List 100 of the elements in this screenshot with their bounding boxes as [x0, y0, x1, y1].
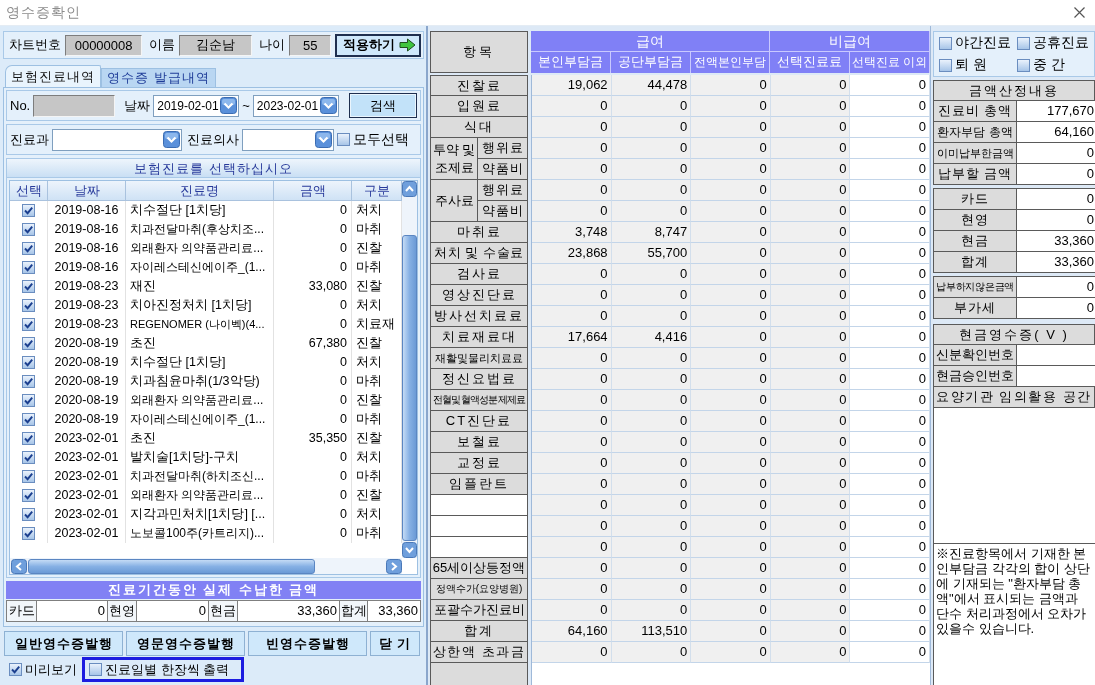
close-icon[interactable]	[1074, 7, 1085, 18]
table-cell: 0	[532, 453, 612, 474]
column-header: 선택진료 이외	[850, 52, 930, 73]
checkbox[interactable]	[22, 242, 35, 255]
table-cell: 0	[691, 159, 771, 180]
checkbox[interactable]	[22, 527, 35, 540]
doctor-dropdown[interactable]	[242, 128, 334, 151]
chevron-down-icon[interactable]	[319, 97, 337, 114]
checkbox[interactable]	[22, 375, 35, 388]
checkbox[interactable]	[939, 58, 952, 72]
table-cell: 0	[850, 75, 930, 96]
scrollbar-thumb[interactable]	[402, 235, 417, 541]
checkbox[interactable]	[939, 36, 952, 50]
table-cell: 0	[850, 327, 930, 348]
row-label: 처치 및 수술료	[430, 243, 528, 264]
checkbox[interactable]	[22, 223, 35, 236]
input-field[interactable]	[1017, 366, 1095, 387]
search-button[interactable]: 검색	[349, 93, 417, 118]
row-label: 약품비	[478, 201, 528, 222]
table-cell: 2020-08-19	[48, 334, 126, 353]
scroll-up-icon[interactable]	[402, 181, 417, 197]
field-label: 진료의사	[187, 130, 239, 149]
table-cell: 0	[532, 537, 612, 558]
checkbox[interactable]	[1017, 58, 1030, 72]
table-cell: 0	[850, 222, 930, 243]
table-cell: 0	[850, 474, 930, 495]
column-group-header: 급여	[531, 31, 771, 52]
action-button[interactable]: 일반영수증발행	[4, 631, 123, 656]
checkbox[interactable]	[22, 261, 35, 274]
table-cell: 0	[691, 201, 771, 222]
table-cell: 0	[691, 348, 771, 369]
section-header: 요양기관 임의활용 공간	[933, 387, 1095, 408]
checkbox[interactable]	[22, 280, 35, 293]
table-cell: 0	[611, 474, 692, 495]
table-cell: 0	[274, 201, 352, 220]
checkbox[interactable]	[22, 318, 35, 331]
table-cell: 0	[532, 96, 612, 117]
table-cell: 0	[1017, 164, 1095, 185]
table-cell: 0	[611, 558, 692, 579]
scrollbar-thumb[interactable]	[28, 558, 315, 574]
table-cell: 0	[770, 621, 851, 642]
table-cell: 0	[850, 264, 930, 285]
tab[interactable]: 영수증 발급내역	[101, 68, 216, 87]
table-cell: 0	[532, 180, 612, 201]
checkbox[interactable]	[22, 508, 35, 521]
table-cell: 0	[770, 96, 851, 117]
table-cell: 0	[691, 117, 771, 138]
table-cell: 0	[770, 369, 851, 390]
checkbox[interactable]	[22, 337, 35, 350]
input-field[interactable]	[1017, 345, 1095, 366]
action-button[interactable]: 영문영수증발행	[126, 631, 245, 656]
checkbox[interactable]	[1017, 36, 1030, 50]
checkbox[interactable]	[22, 470, 35, 483]
chevron-down-icon[interactable]	[220, 97, 238, 114]
scroll-down-icon[interactable]	[402, 542, 417, 558]
table-cell: 0	[770, 642, 851, 663]
table-cell: 0	[850, 558, 930, 579]
table-cell: 0	[611, 201, 692, 222]
column-header: 전액본인부담	[690, 52, 771, 73]
table-cell: 0	[611, 264, 692, 285]
checkbox[interactable]	[22, 394, 35, 407]
action-button[interactable]: 빈영수증발행	[248, 631, 367, 656]
action-button[interactable]: 닫 기	[370, 631, 420, 656]
table-cell: 0	[691, 96, 771, 117]
checkbox[interactable]	[22, 413, 35, 426]
checkbox[interactable]	[89, 663, 102, 676]
table-cell: 0	[532, 600, 612, 621]
date-dropdown[interactable]: 2023-02-01	[252, 94, 339, 117]
column-header: 선택진료료	[770, 52, 851, 73]
table-cell: 0	[274, 353, 352, 372]
table-cell: 카드	[7, 601, 37, 621]
table-cell: 0	[691, 180, 771, 201]
table-cell: 2020-08-19	[48, 391, 126, 410]
department-dropdown[interactable]	[52, 128, 182, 151]
table-cell: 0	[770, 558, 851, 579]
date-dropdown[interactable]: 2019-02-01	[153, 94, 240, 117]
checkbox[interactable]	[22, 451, 35, 464]
table-cell: 3,748	[532, 222, 612, 243]
checkbox-label: 야간진료	[955, 34, 1011, 52]
tab[interactable]: 보험진료내역	[5, 65, 101, 87]
checkbox[interactable]	[22, 204, 35, 217]
chevron-down-icon[interactable]	[163, 131, 180, 148]
checkbox[interactable]	[22, 299, 35, 312]
column-header: 항목	[430, 31, 528, 73]
checkbox[interactable]	[337, 133, 350, 146]
checkbox[interactable]	[22, 489, 35, 502]
number-field[interactable]	[33, 94, 116, 117]
table-cell: 0	[770, 306, 851, 327]
row-label: 마취료	[430, 222, 528, 243]
chevron-down-icon[interactable]	[315, 131, 332, 148]
checkbox[interactable]	[22, 432, 35, 445]
row-label: 합계	[933, 252, 1017, 273]
table-cell: 치과침윤마취(1/3악당)	[126, 372, 274, 391]
scroll-left-icon[interactable]	[11, 558, 27, 574]
table-cell: 0	[770, 495, 851, 516]
table-cell: 0	[611, 432, 692, 453]
apply-button[interactable]: 적용하기	[335, 33, 421, 57]
checkbox[interactable]	[9, 663, 22, 676]
scroll-right-icon[interactable]	[386, 558, 402, 574]
checkbox[interactable]	[22, 356, 35, 369]
